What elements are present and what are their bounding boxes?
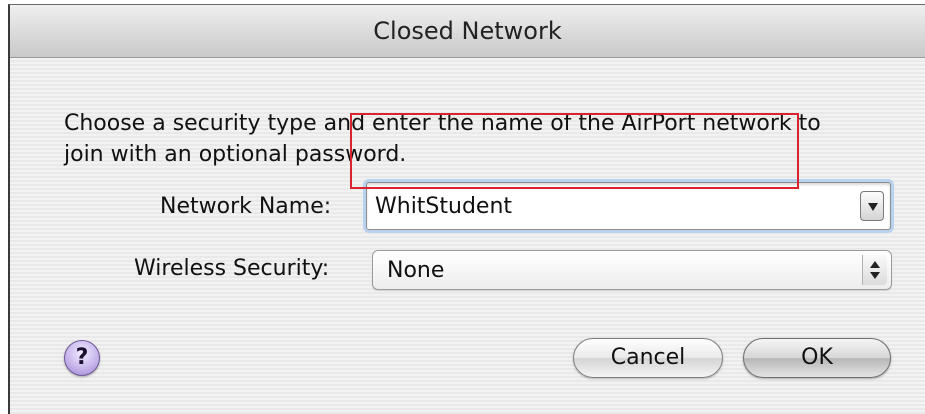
ok-button[interactable]: OK (743, 338, 891, 378)
up-down-arrows-icon (870, 261, 880, 279)
wireless-security-label: Wireless Security: (134, 256, 330, 281)
network-name-input[interactable] (375, 183, 845, 229)
wireless-security-value: None (387, 258, 445, 283)
dialog-title: Closed Network (373, 17, 562, 45)
cancel-button[interactable]: Cancel (573, 338, 723, 378)
dialog-content: Choose a security type and enter the nam… (10, 58, 925, 414)
chevron-down-icon (868, 203, 878, 211)
wireless-security-popup[interactable]: None (372, 250, 892, 290)
network-name-dropdown-button[interactable] (860, 191, 884, 221)
network-name-label: Network Name: (160, 194, 332, 219)
network-name-combobox[interactable] (366, 182, 891, 230)
help-button[interactable]: ? (64, 340, 100, 376)
closed-network-dialog: Closed Network Choose a security type an… (8, 4, 925, 414)
wireless-security-stepper[interactable] (862, 255, 887, 285)
dialog-message: Choose a security type and enter the nam… (64, 111, 821, 167)
dialog-titlebar: Closed Network (10, 5, 925, 58)
